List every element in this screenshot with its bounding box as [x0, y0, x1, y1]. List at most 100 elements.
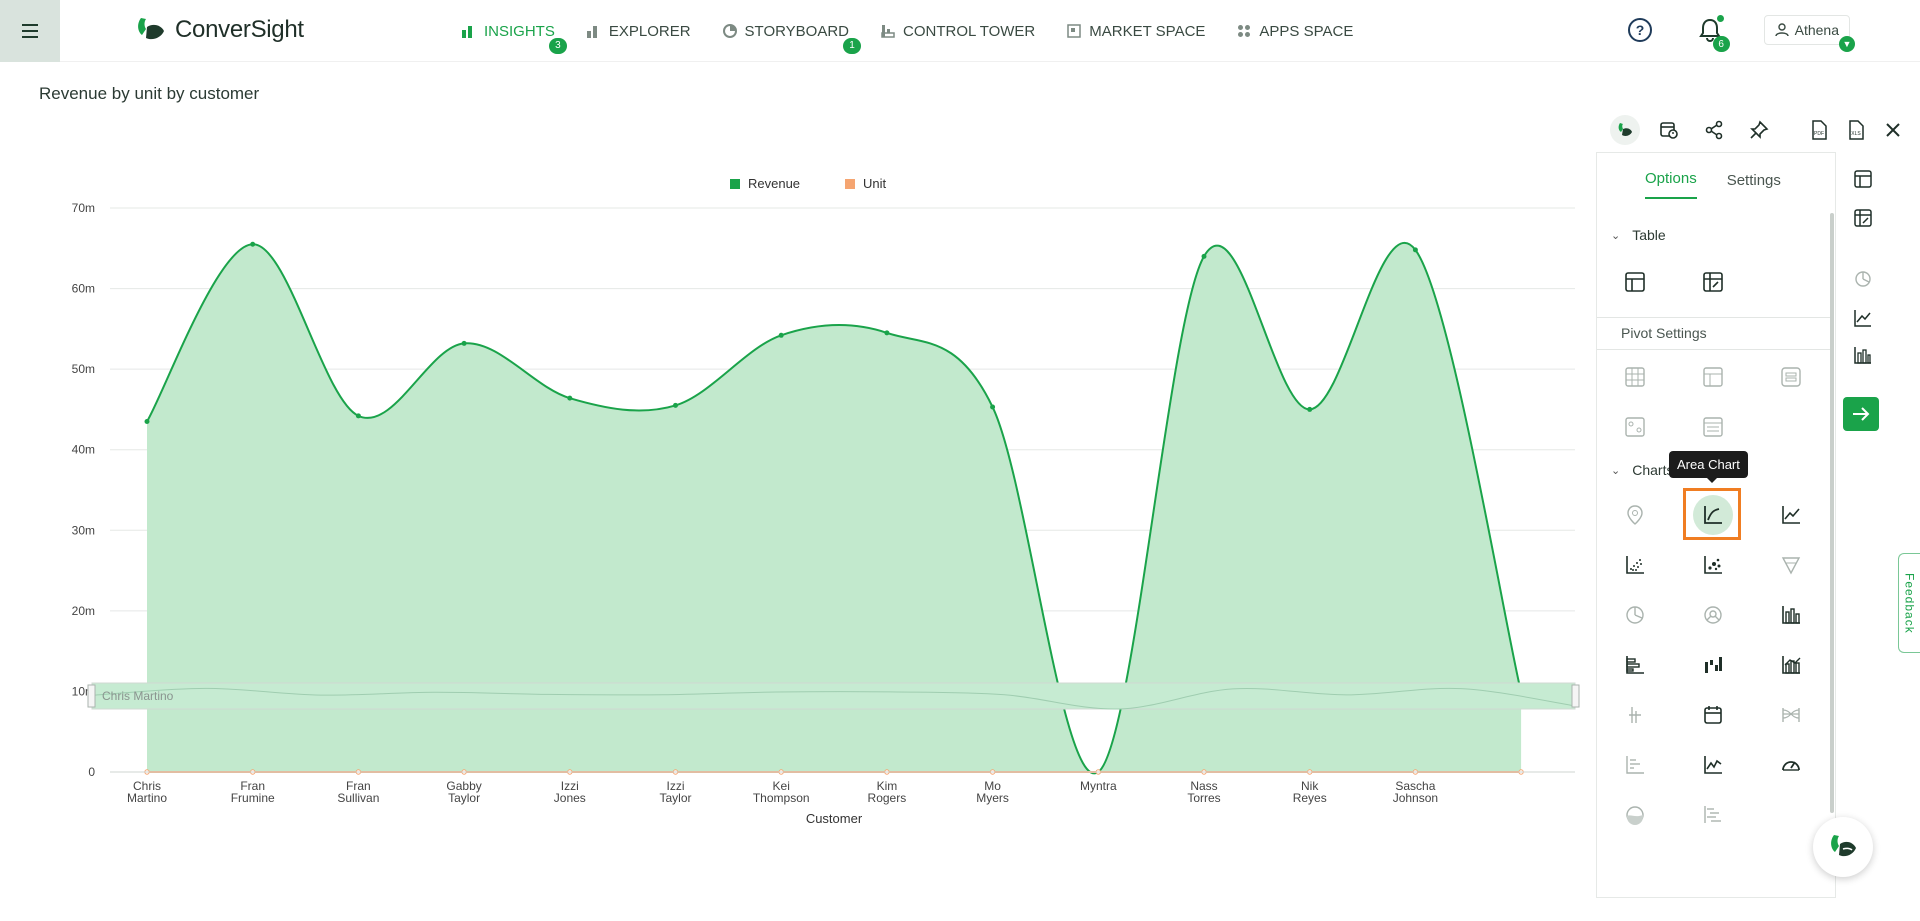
boxplot-button[interactable]	[1615, 695, 1655, 735]
assistant-fab-button[interactable]	[1813, 817, 1873, 877]
waterfall-icon	[1705, 657, 1722, 673]
rail-pie-button[interactable]	[1848, 264, 1878, 294]
funnel-chart-button[interactable]	[1771, 545, 1811, 585]
pivot-table-icon	[1854, 209, 1872, 227]
assistant-logo-button[interactable]	[1610, 115, 1640, 145]
user-menu[interactable]: Athena ▼	[1763, 15, 1855, 52]
line-chart-button[interactable]	[1771, 495, 1811, 535]
pivot-grid-button[interactable]	[1615, 357, 1655, 397]
notifications-button[interactable]: 6	[1694, 14, 1730, 52]
y-tick-label: 70m	[72, 201, 95, 215]
x-tick-label: Frumine	[231, 791, 275, 805]
expand-panel-button[interactable]	[1843, 397, 1879, 431]
rail-table-button[interactable]	[1848, 164, 1878, 194]
scatter-chart-button[interactable]	[1615, 545, 1655, 585]
storyboard-pie-icon	[722, 24, 737, 38]
layout-icon	[1703, 367, 1723, 387]
sankey-icon	[1782, 708, 1800, 722]
tab-options[interactable]: Options	[1645, 170, 1697, 199]
svg-text:?: ?	[1635, 22, 1644, 38]
area-chart-tooltip: Area Chart	[1669, 451, 1748, 483]
pivot-list-button[interactable]	[1693, 407, 1733, 447]
nav-insights-label: INSIGHTS	[484, 22, 555, 40]
pivot-table-button[interactable]	[1693, 262, 1733, 302]
pin-button[interactable]	[1744, 115, 1774, 145]
nav-market-space[interactable]: MARKET SPACE	[1067, 23, 1205, 40]
calendar-chart-button[interactable]	[1693, 695, 1733, 735]
map-pin-icon	[1627, 505, 1643, 525]
tab-settings[interactable]: Settings	[1727, 172, 1781, 199]
zoom-slider-label: Chris Martino	[102, 689, 174, 703]
y-tick-label: 30m	[72, 523, 95, 537]
x-tick-label: Rogers	[868, 791, 907, 805]
charts-section-header[interactable]: ⌄ Charts	[1611, 462, 1673, 478]
area-chart-button[interactable]	[1693, 495, 1733, 535]
bar-chart-button[interactable]	[1771, 595, 1811, 635]
x-tick-label: Martino	[127, 791, 167, 805]
y-tick-label: 50m	[72, 362, 95, 376]
bubble-chart-button[interactable]	[1693, 545, 1733, 585]
column-chart-icon	[1782, 606, 1800, 624]
gantt-icon	[1704, 806, 1721, 823]
line-trend-icon	[1854, 310, 1871, 327]
nav-control-tower[interactable]: CONTROL TOWER	[881, 23, 1035, 40]
chevron-down-icon: ⌄	[1611, 229, 1621, 242]
pivot-rows-button[interactable]	[1693, 357, 1733, 397]
brand-name: ConverSight	[175, 16, 304, 43]
donut-chart-button[interactable]	[1693, 595, 1733, 635]
waterfall-chart-button[interactable]	[1693, 645, 1733, 685]
horizontal-bar-button[interactable]	[1615, 645, 1655, 685]
help-button[interactable]: ?	[1624, 14, 1656, 46]
export-pdf-button[interactable]: PDF	[1804, 115, 1834, 145]
x-tick-label: Myntra	[1080, 779, 1117, 793]
gantt-chart-button[interactable]	[1693, 795, 1733, 835]
funnel-icon	[1781, 557, 1801, 575]
revenue-point	[1201, 253, 1207, 259]
zoom-slider-track	[91, 682, 1576, 710]
brand-logo[interactable]: ConverSight	[135, 15, 304, 45]
summary-icon	[1781, 367, 1801, 387]
area-chart-icon	[1704, 506, 1722, 524]
sankey-chart-button[interactable]	[1771, 695, 1811, 735]
conversight-logo-icon	[138, 18, 164, 40]
nav-storyboard[interactable]: STORYBOARD 1	[722, 23, 862, 54]
feedback-tab[interactable]: Feedback	[1898, 553, 1920, 653]
nav-apps-space[interactable]: APPS SPACE	[1237, 23, 1353, 40]
nav-explorer[interactable]: EXPLORER	[586, 23, 691, 40]
history-button[interactable]	[1654, 115, 1684, 145]
hamburger-menu-button[interactable]	[0, 0, 60, 62]
rail-line-button[interactable]	[1848, 303, 1878, 333]
combo-chart-button[interactable]	[1771, 645, 1811, 685]
gauge-chart-button[interactable]	[1771, 745, 1811, 785]
table-view-button[interactable]	[1615, 262, 1655, 302]
rail-bar-button[interactable]	[1848, 340, 1878, 370]
pivot-summary-button[interactable]	[1771, 357, 1811, 397]
x-tick-label: Taylor	[659, 791, 691, 805]
y-tick-label: 20m	[72, 604, 95, 618]
insights-badge: 3	[548, 37, 567, 54]
dot-matrix-button[interactable]	[1615, 745, 1655, 785]
revenue-point	[884, 330, 890, 336]
share-icon	[1705, 120, 1723, 140]
close-panel-button[interactable]	[1878, 115, 1908, 145]
share-button[interactable]	[1699, 115, 1729, 145]
table-section-header[interactable]: ⌄ Table	[1611, 227, 1666, 243]
list-table-icon	[1703, 417, 1723, 437]
pie-chart-button[interactable]	[1615, 595, 1655, 635]
bubble-icon	[1704, 556, 1722, 574]
map-chart-button[interactable]	[1615, 495, 1655, 535]
pivot-settings-label: Pivot Settings	[1621, 325, 1707, 341]
panel-scrollbar[interactable]	[1830, 213, 1834, 813]
liquid-fill-button[interactable]	[1615, 795, 1655, 835]
trend-chart-button[interactable]	[1693, 745, 1733, 785]
export-excel-button[interactable]: XLS	[1841, 115, 1871, 145]
rail-pivot-button[interactable]	[1848, 203, 1878, 233]
chart-toolbar: PDF XLS	[1608, 114, 1900, 146]
help-circle-icon: ?	[1627, 18, 1652, 42]
pivot-filter-button[interactable]	[1615, 407, 1655, 447]
nav-insights[interactable]: INSIGHTS 3	[462, 22, 567, 54]
svg-text:XLS: XLS	[1851, 131, 1861, 137]
main-nav: INSIGHTS 3 EXPLORER STORYBOARD 1 CONTROL…	[462, 0, 1385, 62]
y-tick-label: 0	[88, 765, 95, 779]
chevron-down-icon: ▼	[1839, 36, 1855, 52]
